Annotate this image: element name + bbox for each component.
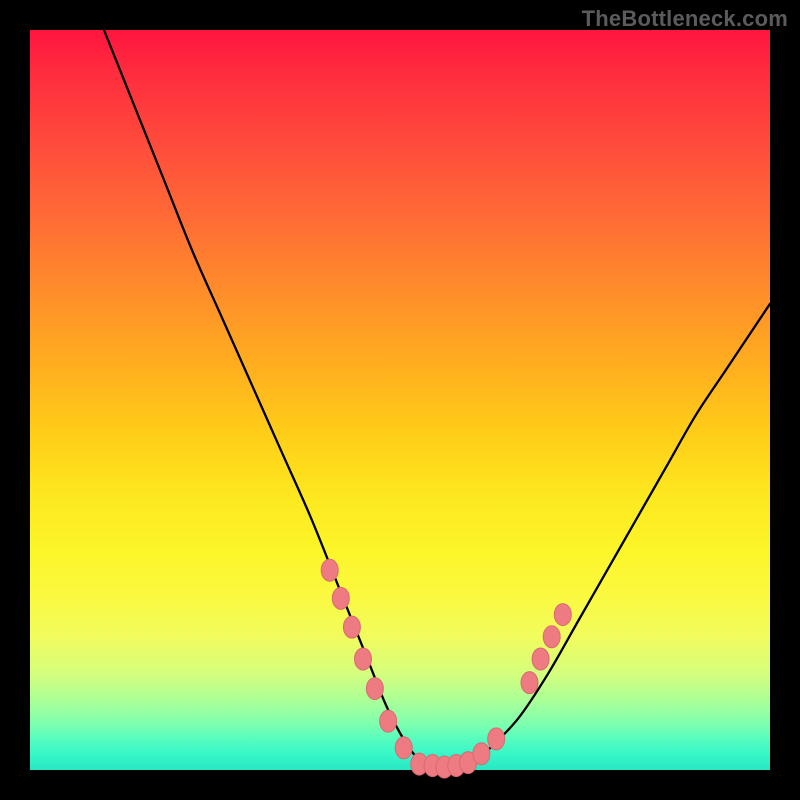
curve-marker: [343, 616, 360, 638]
chart-svg: [30, 30, 770, 770]
curve-marker: [521, 672, 538, 694]
curve-marker: [532, 648, 549, 670]
curve-marker: [380, 710, 397, 732]
plot-area: [30, 30, 770, 770]
bottleneck-curve: [104, 30, 770, 769]
curve-marker: [473, 743, 490, 765]
curve-marker: [488, 728, 505, 750]
curve-marker: [395, 737, 412, 759]
curve-markers: [321, 559, 571, 778]
curve-marker: [355, 648, 372, 670]
curve-marker: [366, 678, 383, 700]
curve-marker: [543, 626, 560, 648]
watermark-text: TheBottleneck.com: [582, 6, 788, 32]
curve-marker: [554, 604, 571, 626]
chart-frame: TheBottleneck.com: [0, 0, 800, 800]
curve-marker: [321, 559, 338, 581]
curve-marker: [332, 587, 349, 609]
